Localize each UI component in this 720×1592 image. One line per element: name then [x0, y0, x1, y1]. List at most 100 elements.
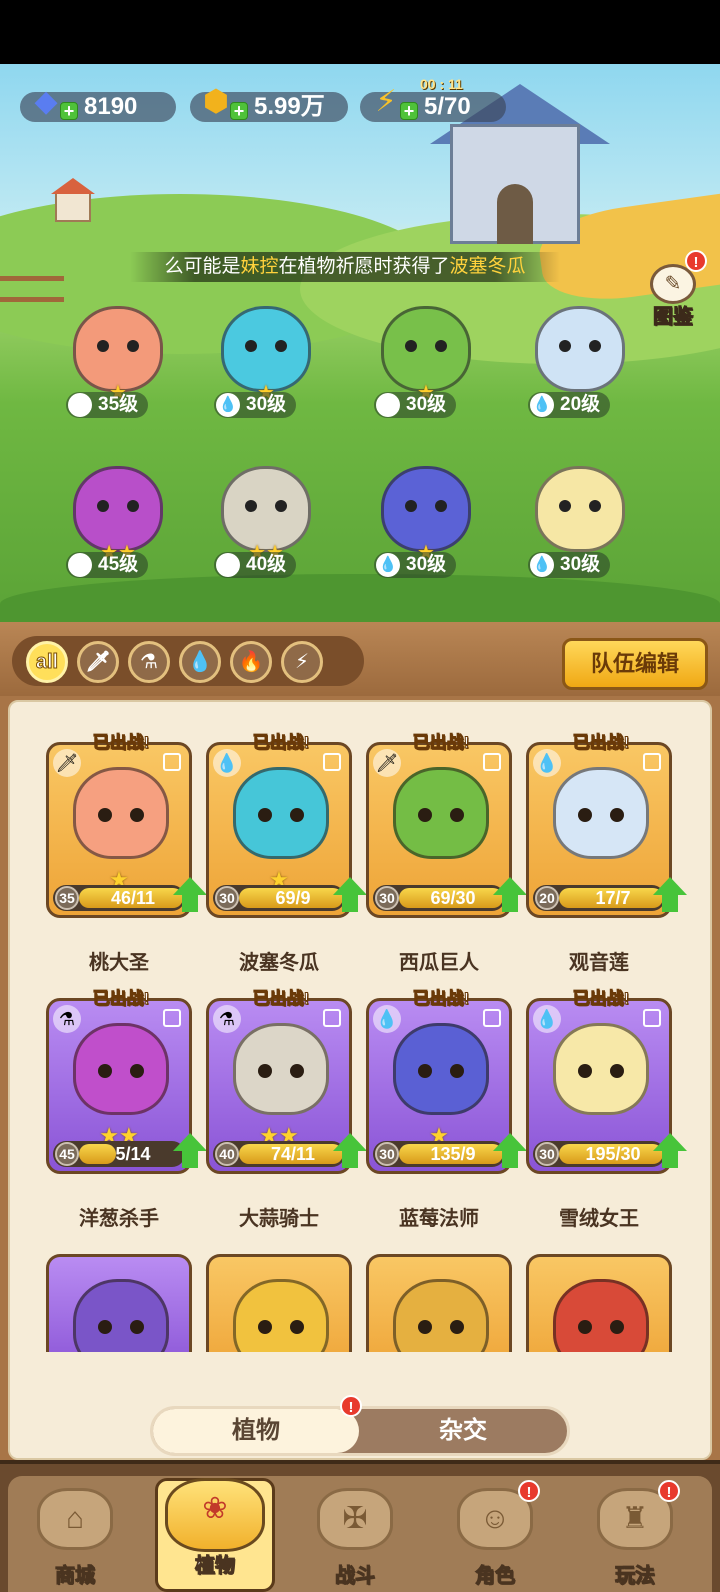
filter-potion-button[interactable]: ⚗: [128, 641, 170, 683]
level-text: 30级: [406, 394, 447, 415]
shard-count: 69/30: [430, 888, 476, 908]
level-badge: 🗡 35级: [66, 392, 149, 418]
nav-item-plants[interactable]: ❀ 植物: [156, 1478, 274, 1578]
level-badge: 30: [375, 886, 399, 910]
plant-name: 蓝莓法师: [399, 1208, 479, 1230]
filter-water-drop-button[interactable]: 💧: [179, 641, 221, 683]
level-text: 35级: [98, 394, 139, 415]
position-icon: [163, 753, 181, 771]
field-plant[interactable]: ★💧30级: [356, 460, 496, 580]
position-icon: [483, 753, 501, 771]
position-icon: [643, 753, 661, 771]
level-badge: 💧 30级: [528, 552, 611, 578]
upgrade-arrow-icon[interactable]: [653, 877, 687, 913]
filter-lightning-button[interactable]: ⚡: [281, 641, 323, 683]
gem-counter[interactable]: ◆ + 8190: [20, 87, 176, 122]
lightning-icon: ⚡: [294, 651, 310, 673]
plant-name: 观音莲: [569, 952, 629, 974]
energy-amount: 5/70: [424, 93, 471, 120]
upgrade-arrow-icon[interactable]: [493, 877, 527, 913]
nav-label: 战斗: [335, 1565, 376, 1588]
field-plant[interactable]: ★🗡35级: [48, 300, 188, 420]
plant-portrait: [393, 767, 489, 859]
nav-alert-badge: !: [518, 1480, 540, 1502]
plant-portrait: [553, 767, 649, 859]
small-house: [51, 178, 95, 222]
deployed-tag: 已出战!: [572, 733, 630, 753]
edit-team-button[interactable]: 队伍编辑: [562, 638, 708, 690]
potion-icon: ⚗: [53, 1005, 81, 1033]
plant-card[interactable]: 已出战! 💧 30 195/30: [526, 989, 687, 1174]
announcement-marquee: 么可能是妹控在植物祈愿时获得了波塞冬瓜: [130, 252, 560, 282]
upgrade-arrow-icon[interactable]: [493, 1133, 527, 1169]
upgrade-arrow-icon[interactable]: [653, 1133, 687, 1169]
codex-button[interactable]: ✎ 图鉴 !: [643, 250, 707, 329]
add-gem-button[interactable]: +: [60, 102, 78, 120]
water-drop-icon: 💧: [213, 749, 241, 777]
filter-fire-button[interactable]: 🔥: [230, 641, 272, 683]
field-plant[interactable]: ★🗡30级: [356, 300, 496, 420]
deployed-tag: 已出战!: [92, 989, 150, 1009]
potion-icon: ⚗: [68, 553, 92, 577]
plant-name: 波塞冬瓜: [239, 952, 319, 974]
plant-card[interactable]: 已出战! 💧 ★ 30 69/9: [206, 733, 367, 918]
energy-counter[interactable]: ⚡ + 5/70: [360, 87, 506, 122]
battle-icon: ✠: [317, 1488, 393, 1550]
water-drop-icon: 💧: [376, 553, 400, 577]
nav-item-battle[interactable]: ✠ 战斗: [296, 1488, 414, 1588]
field-plant[interactable]: ★💧30级: [196, 300, 336, 420]
field-plant[interactable]: ★★⚗45级: [48, 460, 188, 580]
deployed-tag: 已出战!: [252, 989, 310, 1009]
shard-progress-bar: 20 17/7: [533, 885, 665, 911]
deployed-tag: 已出战!: [412, 989, 470, 1009]
plant-card[interactable]: 已出战! 🗡 ★ 35 46/11: [46, 733, 207, 918]
deployed-tag: 已出战!: [572, 989, 630, 1009]
upgrade-arrow-icon[interactable]: [173, 877, 207, 913]
add-energy-button[interactable]: +: [400, 102, 418, 120]
nav-item-gameplay[interactable]: ♜ 玩法!: [576, 1480, 694, 1588]
plant-card[interactable]: 已出战! ⚗ ★★ 40 74/11: [206, 989, 367, 1174]
level-badge: 20: [535, 886, 559, 910]
codex-alert-badge: !: [685, 250, 707, 272]
shard-progress-bar: 45 5/14: [53, 1141, 185, 1167]
nav-item-character[interactable]: ☺ 角色!: [436, 1480, 554, 1588]
level-badge: 30: [215, 886, 239, 910]
plant-face: [401, 500, 451, 516]
shard-progress-bar: 30 69/9: [213, 885, 345, 911]
upgrade-arrow-icon[interactable]: [333, 877, 367, 913]
water-drop-icon: 💧: [530, 393, 554, 417]
sword-icon: 🗡: [85, 651, 111, 673]
gold-counter[interactable]: ⬢ + 5.99万: [190, 87, 348, 122]
field-plant[interactable]: ★★⚗40级: [196, 460, 336, 580]
gem-amount: 8190: [84, 93, 138, 120]
level-badge: 45: [55, 1142, 79, 1166]
plant-portrait: [73, 1023, 169, 1115]
filter-sword-button[interactable]: 🗡: [77, 641, 119, 683]
level-badge: ⚗ 40级: [214, 552, 297, 578]
level-text: 30级: [406, 554, 447, 575]
water-drop-icon: 💧: [530, 553, 554, 577]
shard-progress-bar: 35 46/11: [53, 885, 185, 911]
energy-timer: 00 : 11: [420, 76, 463, 92]
plant-card[interactable]: 已出战! 💧 20 17/7: [526, 733, 687, 918]
level-badge: 💧 30级: [374, 552, 457, 578]
field-plant[interactable]: 💧 30级: [510, 460, 650, 580]
tab-plants[interactable]: 植物: [153, 1409, 359, 1453]
plant-face: [555, 340, 605, 356]
plant-hybrid-toggle: 植物 杂交 !: [150, 1395, 570, 1456]
plant-card[interactable]: 已出战! 🗡 30 69/30: [366, 733, 527, 918]
upgrade-arrow-icon[interactable]: [333, 1133, 367, 1169]
plant-card[interactable]: 已出战! 💧 ★ 30 135/9: [366, 989, 527, 1174]
plant-card[interactable]: 已出战! ⚗ ★★ 45 5/14: [46, 989, 207, 1174]
upgrade-arrow-icon[interactable]: [173, 1133, 207, 1169]
filter-all-button[interactable]: all: [26, 641, 68, 683]
plant-portrait: [233, 1023, 329, 1115]
plant-portrait: [553, 1023, 649, 1115]
house-door: [497, 184, 533, 244]
nav-item-shop[interactable]: ⌂ 商城: [16, 1488, 134, 1588]
add-gold-button[interactable]: +: [230, 102, 248, 120]
position-icon: [323, 753, 341, 771]
field-plant[interactable]: 💧 20级: [510, 300, 650, 420]
plant-card-grid: 已出战! 🗡 ★ 35 46/11 桃大圣 已出战! 💧 ★ 30 69/9 波塞冬瓜 已出战! 🗡 30 6…: [8, 700, 712, 1460]
tab-hybrid[interactable]: 杂交: [359, 1409, 567, 1453]
